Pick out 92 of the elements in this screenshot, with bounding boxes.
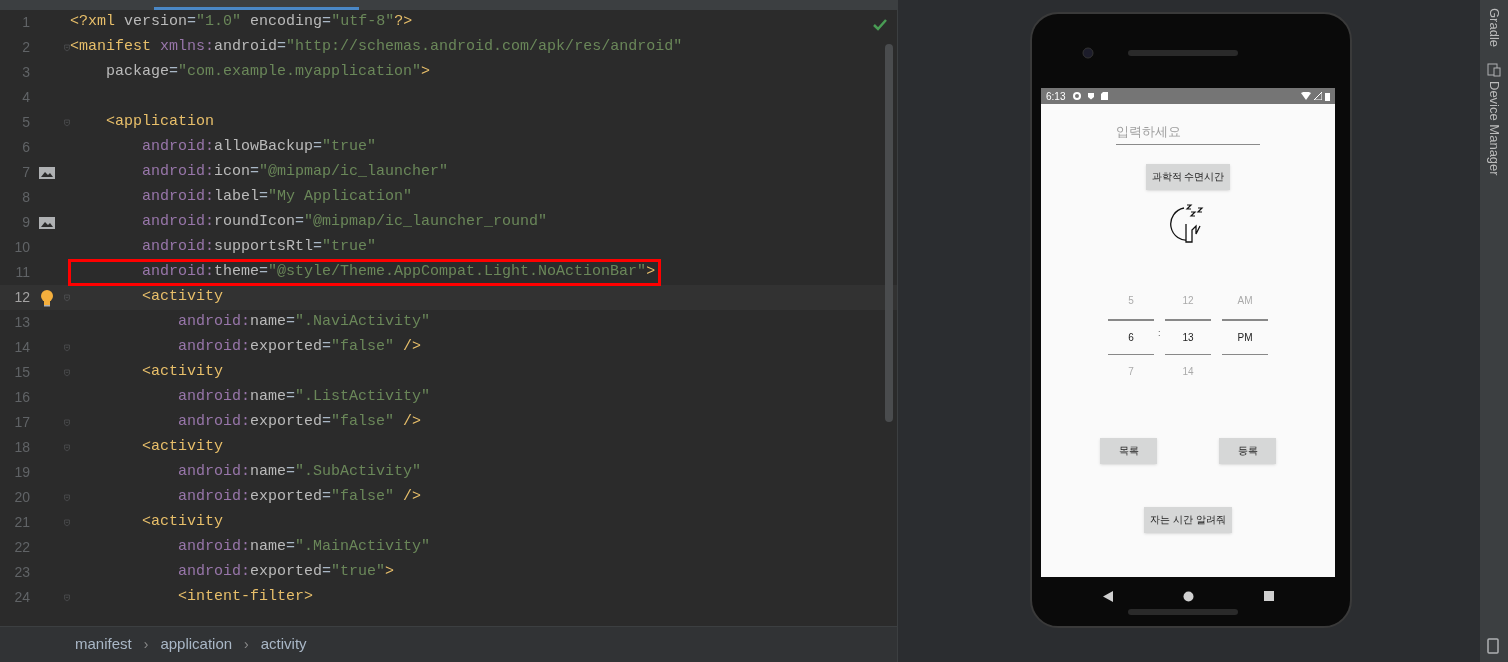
- code-line: package="com.example.myapplication">: [105, 62, 431, 83]
- battery-icon: [1325, 91, 1330, 101]
- line-number: 13: [13, 313, 30, 332]
- line-number: 5: [21, 113, 30, 132]
- line-number: 14: [13, 338, 30, 357]
- code-line: android:supportsRtl="true": [141, 237, 377, 258]
- line-number: 8: [21, 188, 30, 207]
- line-number: 2: [21, 38, 30, 57]
- code-line: <activity: [141, 437, 224, 458]
- fold-marker-icon[interactable]: [64, 116, 70, 129]
- action-button[interactable]: 등록: [1219, 437, 1276, 464]
- line-number: 19: [13, 463, 30, 482]
- fold-marker-icon[interactable]: [64, 291, 70, 304]
- action-button[interactable]: 과학적 수면시간: [1145, 163, 1231, 190]
- fold-marker-icon[interactable]: [64, 41, 70, 54]
- phone-icon[interactable]: [1486, 638, 1500, 654]
- line-number: 3: [21, 63, 30, 82]
- tool-window-tab[interactable]: Gradle: [1484, 8, 1504, 48]
- line-number: 20: [13, 488, 30, 507]
- code-line: android:roundIcon="@mipmap/ic_launcher_round": [141, 212, 548, 233]
- back-icon[interactable]: [1102, 590, 1113, 602]
- line-number: 12: [13, 288, 30, 307]
- line-number: 4: [21, 88, 30, 107]
- code-line: <intent-filter>: [177, 587, 314, 608]
- code-line: android:exported="false" />: [177, 487, 422, 508]
- code-line: <activity: [141, 362, 224, 383]
- selected-tab-indicator[interactable]: [154, 7, 359, 10]
- line-number: 21: [13, 513, 30, 532]
- code-line: android:exported="true">: [177, 562, 395, 583]
- line-number: 11: [14, 263, 30, 282]
- image-icon[interactable]: [38, 165, 56, 180]
- line-number: 10: [13, 238, 30, 257]
- fold-marker-icon[interactable]: [64, 491, 70, 504]
- picker-value[interactable]: 6: [1128, 329, 1134, 345]
- code-line: android:theme="@style/Theme.AppCompat.Light.NoActionBar">: [70, 261, 660, 284]
- code-line: android:name=".SubActivity": [177, 462, 422, 483]
- input-field[interactable]: 입력하세요: [1116, 122, 1260, 145]
- code-line: <application: [105, 112, 215, 133]
- image-icon[interactable]: [38, 215, 56, 230]
- line-number: 15: [13, 363, 30, 382]
- code-line: <activity: [141, 512, 224, 533]
- picker-value[interactable]: PM: [1237, 329, 1253, 345]
- code-line: android:name=".MainActivity": [177, 537, 431, 558]
- breadcrumb-separator: ›: [244, 635, 249, 654]
- sd-card-icon: [1101, 92, 1109, 100]
- devices-icon: [1487, 63, 1501, 78]
- fold-marker-icon[interactable]: [64, 341, 70, 354]
- shield-icon: [1087, 92, 1096, 100]
- gear-icon: [1073, 92, 1082, 100]
- recent-apps-icon[interactable]: [1263, 591, 1274, 601]
- code-line: android:allowBackup="true": [141, 137, 377, 158]
- code-line: android:name=".ListActivity": [177, 387, 431, 408]
- signal-icon: [1314, 92, 1322, 100]
- fold-marker-icon[interactable]: [64, 441, 70, 454]
- fold-marker-icon[interactable]: [64, 516, 70, 529]
- breadcrumb-item[interactable]: manifest: [75, 633, 132, 656]
- wifi-icon: [1301, 92, 1311, 100]
- code-line: <activity: [141, 287, 224, 308]
- code-line: android:icon="@mipmap/ic_launcher": [141, 162, 449, 183]
- fold-marker-icon[interactable]: [64, 591, 70, 604]
- code-line: android:name=".NaviActivity": [177, 312, 431, 333]
- action-button[interactable]: 목록: [1100, 437, 1157, 464]
- code-line: android:exported="false" />: [177, 412, 422, 433]
- code-line: android:exported="false" />: [177, 337, 422, 358]
- sleeping-moon-icon: [1170, 203, 1206, 246]
- line-number: 24: [13, 588, 30, 607]
- camera-icon: [1082, 47, 1094, 59]
- fold-marker-icon[interactable]: [64, 366, 70, 379]
- code-line: <?xml version="1.0" encoding="utf-8"?>: [70, 12, 413, 33]
- breadcrumb-item[interactable]: activity: [260, 633, 307, 656]
- picker-value[interactable]: 13: [1182, 329, 1194, 345]
- line-number: 23: [13, 563, 30, 582]
- tool-window-tab[interactable]: Device Manager: [1484, 81, 1504, 176]
- line-number: 16: [13, 388, 30, 407]
- line-number: 1: [21, 13, 30, 32]
- fold-marker-icon[interactable]: [64, 416, 70, 429]
- code-line: <manifest xmlns:android="http://schemas.android.com/apk/res/android": [70, 37, 683, 58]
- line-number: 6: [21, 138, 30, 157]
- time-separator: :: [1158, 326, 1161, 340]
- line-number: 7: [21, 163, 30, 182]
- status-time: 6:13: [1046, 89, 1066, 104]
- breadcrumb-separator: ›: [143, 635, 149, 654]
- line-number: 17: [13, 413, 30, 432]
- breadcrumb-item[interactable]: application: [160, 633, 233, 656]
- code-line: android:label="My Application": [141, 187, 413, 208]
- line-number: 22: [13, 538, 30, 557]
- action-button[interactable]: 자는 시간 알려줘: [1144, 506, 1232, 533]
- check-icon: [873, 19, 887, 31]
- line-number: 9: [21, 213, 30, 232]
- line-number: 18: [13, 438, 30, 457]
- home-icon[interactable]: [1182, 590, 1194, 602]
- lightbulb-icon[interactable]: [40, 288, 54, 307]
